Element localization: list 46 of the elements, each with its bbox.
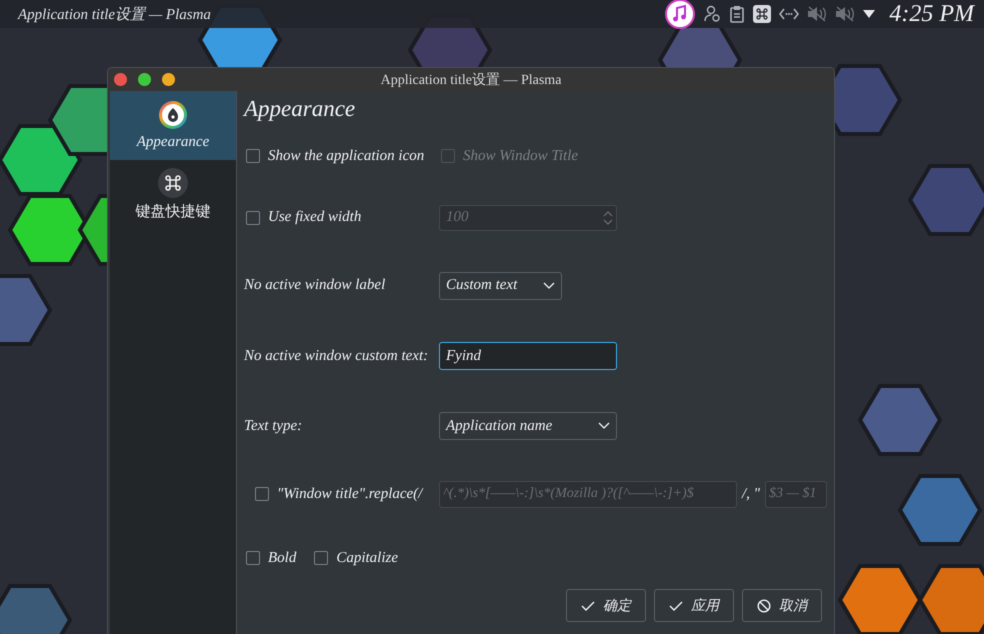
minimize-button[interactable] [162,73,175,86]
hexagon-tile [0,274,52,346]
hexagon-tile [918,564,984,634]
checkbox-label: Capitalize [336,550,398,566]
color-wheel-icon [158,100,188,130]
checkbox-label: Show the application icon [268,148,424,164]
caret-icon [598,422,610,430]
cancel-icon [757,598,771,612]
command-key-icon[interactable] [753,5,772,23]
sidebar-item[interactable]: 键盘快捷键 [110,160,236,229]
user-icon[interactable] [703,5,722,23]
caret-icon [543,282,555,290]
separator-text: /, " [742,486,760,502]
checkmark-icon [581,600,595,612]
checkbox[interactable] [314,551,328,565]
dialog-button[interactable]: 取消 [742,589,822,622]
checkbox-label: "Window title".replace(/ [277,486,422,502]
active-window-title: Application title设置 — Plasma [18,6,212,24]
checkbox[interactable] [246,149,260,163]
checkbox-label: Show Window Title [463,148,578,164]
window-title: Application title设置 — Plasma [380,72,562,88]
clock: 4:25 PM [889,0,974,28]
label-dropdown[interactable]: Custom text [439,272,562,300]
close-button[interactable] [114,73,127,86]
custom-text-field[interactable]: Fyind [439,342,617,370]
speaker-muted-icon[interactable] [807,6,828,22]
text-type-dropdown[interactable]: Application name [439,412,617,440]
music-note-icon[interactable] [665,0,696,29]
checkbox-label: Use fixed width [268,209,362,226]
speaker-muted-icon[interactable] [835,6,856,22]
checkbox[interactable] [246,551,260,565]
command-key-icon [158,168,188,198]
clipboard-icon[interactable] [729,5,746,23]
checkbox-label: Bold [268,550,296,566]
checkmark-icon [669,600,683,612]
network-icon[interactable] [779,7,800,21]
page-title: Appearance [244,96,356,122]
sidebar-item[interactable]: Appearance [110,91,236,160]
dialog-button[interactable]: 确定 [566,589,646,622]
dropdown-arrow-icon[interactable] [863,10,876,18]
checkbox[interactable] [246,210,260,224]
maximize-button[interactable] [138,73,151,86]
field-label: No active window label [244,277,386,294]
field-label: No active window custom text: [244,348,428,364]
field-label: Text type: [244,418,302,434]
dialog-button[interactable]: 应用 [654,589,734,622]
